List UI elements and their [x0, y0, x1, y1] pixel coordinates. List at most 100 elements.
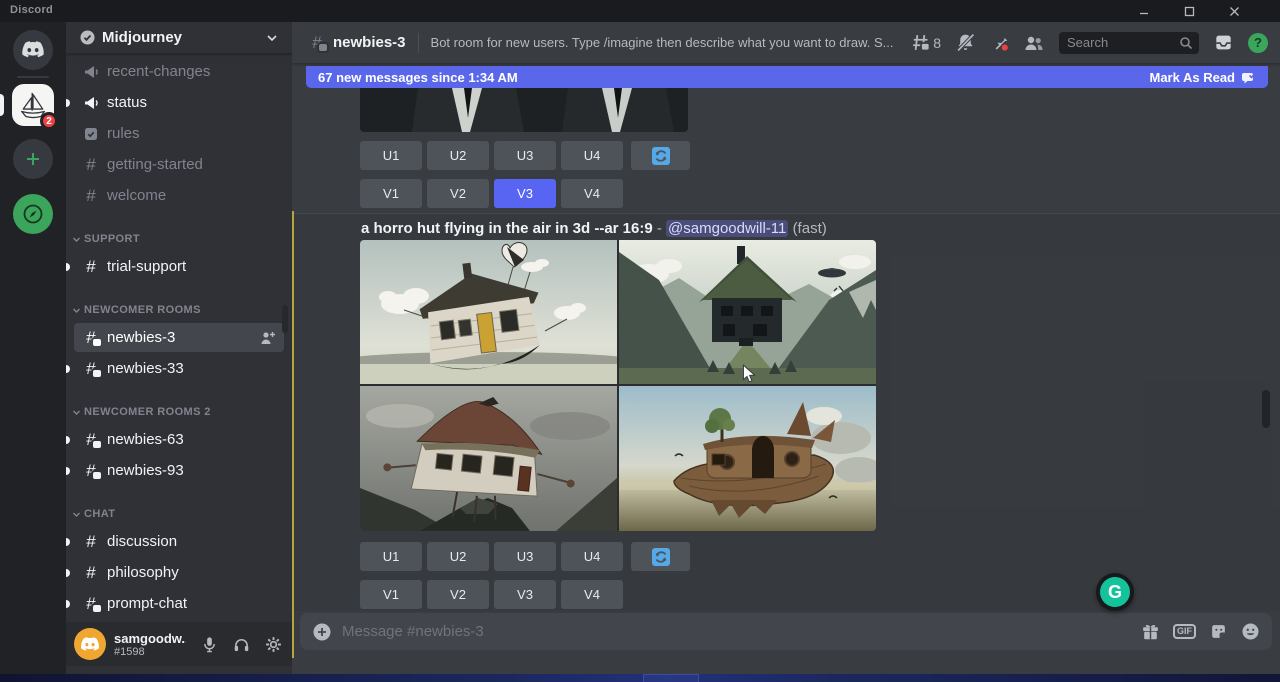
sidebar-item-welcome[interactable]: welcome [66, 180, 292, 211]
inbox-button[interactable] [1214, 33, 1233, 52]
sidebar-item-trial-support[interactable]: trial-support [66, 251, 292, 282]
server-unread-badge: 2 [40, 112, 58, 130]
section-support[interactable]: SUPPORT [66, 227, 292, 251]
server-icon-midjourney[interactable]: 2 [12, 84, 54, 126]
maximize-button[interactable] [1175, 3, 1203, 19]
user-avatar[interactable] [74, 628, 106, 660]
section-newcomer-rooms-2[interactable]: NEWCOMER ROOMS 2 [66, 400, 292, 424]
explore-servers-button[interactable] [13, 194, 53, 234]
sidebar-item-newbies-3[interactable]: newbies-3 [66, 322, 292, 353]
sidebar-scrollbar-thumb[interactable] [282, 305, 288, 333]
u2-button[interactable]: U2 [427, 141, 489, 170]
grid-image-steampunk-house[interactable] [619, 386, 876, 531]
channel-label: status [107, 94, 276, 111]
sidebar-item-newbies-93[interactable]: newbies-93 [66, 455, 292, 486]
sidebar-item-recent-changes[interactable]: recent-changes [66, 56, 292, 87]
close-button[interactable] [1220, 3, 1248, 19]
sidebar-item-getting-started[interactable]: getting-started [66, 149, 292, 180]
user-mention[interactable]: @samgoodwill-11 [666, 220, 788, 237]
message-input[interactable] [342, 623, 1131, 640]
hashtag-chat-icon [82, 328, 100, 348]
discord-home-button[interactable] [13, 30, 53, 70]
sidebar-item-rules[interactable]: rules [66, 118, 292, 149]
pinned-messages-button[interactable] [990, 33, 1009, 52]
grammarly-widget[interactable]: G [1096, 573, 1134, 611]
v2-button[interactable]: V2 [427, 179, 489, 208]
server-header[interactable]: Midjourney [66, 22, 292, 54]
close-icon [1229, 6, 1240, 17]
add-server-button[interactable] [13, 139, 53, 179]
v1-button[interactable]: V1 [360, 580, 422, 609]
message2-image-grid[interactable] [360, 240, 876, 531]
sidebar-item-newbies-63[interactable]: newbies-63 [66, 424, 292, 455]
minimize-button[interactable] [1130, 3, 1158, 19]
u3-button[interactable]: U3 [494, 542, 556, 571]
sidebar-item-newbies-33[interactable]: newbies-33 [66, 353, 292, 384]
sidebar-item-status[interactable]: status [66, 87, 292, 118]
hashtag-chat-icon [82, 461, 100, 481]
channel-label: newbies-3 [107, 329, 253, 346]
thread-count: 8 [933, 35, 941, 51]
channel-topic[interactable]: Bot room for new users. Type /imagine th… [431, 35, 893, 50]
u1-button[interactable]: U1 [360, 141, 422, 170]
channel-label: newbies-33 [107, 360, 276, 377]
reroll-button[interactable] [631, 141, 690, 170]
gift-icon[interactable] [1141, 622, 1160, 641]
message-composer[interactable]: GIF [300, 613, 1272, 650]
new-messages-bar[interactable]: 67 new messages since 1:34 AM Mark As Re… [306, 66, 1268, 88]
gif-picker-button[interactable]: GIF [1173, 624, 1196, 639]
section-chat[interactable]: CHAT [66, 502, 292, 526]
u2-button[interactable]: U2 [427, 542, 489, 571]
chat-scrollbar-thumb[interactable] [1262, 390, 1270, 428]
chevron-down-icon [72, 510, 81, 519]
u4-button[interactable]: U4 [561, 542, 623, 571]
search-placeholder: Search [1067, 35, 1179, 50]
message2-header: a horro hut flying in the air in 3d --ar… [361, 220, 1261, 240]
members-icon [1024, 34, 1044, 52]
notifications-muted-button[interactable] [956, 33, 975, 52]
threads-button[interactable]: 8 [911, 33, 941, 52]
message-check-icon [1241, 71, 1256, 84]
hashtag-chat-icon [82, 430, 100, 450]
sidebar-item-prompt-chat[interactable]: prompt-chat [66, 588, 292, 619]
v4-button[interactable]: V4 [561, 580, 623, 609]
section-newcomer-rooms[interactable]: NEWCOMER ROOMS [66, 298, 292, 322]
u1-button[interactable]: U1 [360, 542, 422, 571]
u4-button[interactable]: U4 [561, 141, 623, 170]
bell-muted-icon [956, 33, 975, 52]
help-button[interactable]: ? [1248, 33, 1268, 53]
member-list-button[interactable] [1024, 34, 1044, 52]
grid-image-balloon-house[interactable] [360, 240, 617, 384]
mark-as-read-label: Mark As Read [1150, 70, 1236, 85]
sidebar-item-discussion[interactable]: discussion [66, 526, 292, 557]
v3-button[interactable]: V3 [494, 580, 556, 609]
invite-people-icon[interactable] [260, 331, 276, 345]
inbox-icon [1214, 33, 1233, 52]
grid-image-tilted-hut[interactable] [360, 386, 617, 531]
settings-button[interactable] [262, 633, 284, 655]
v2-button[interactable]: V2 [427, 580, 489, 609]
search-input[interactable]: Search [1059, 32, 1199, 54]
v3-button-selected[interactable]: V3 [494, 179, 556, 208]
chevron-down-icon [72, 235, 81, 244]
channel-label: discussion [107, 533, 276, 550]
server-name: Midjourney [102, 29, 182, 46]
user-panel[interactable]: samgoodw... #1598 [66, 622, 292, 666]
channel-label: trial-support [107, 258, 276, 275]
sidebar-item-philosophy[interactable]: philosophy [66, 557, 292, 588]
v1-button[interactable]: V1 [360, 179, 422, 208]
minimize-icon [1138, 5, 1150, 17]
prompt-text: a horro hut flying in the air in 3d --ar… [361, 220, 653, 237]
overlay-vertical-line [292, 211, 294, 658]
deafen-button[interactable] [230, 633, 252, 655]
u3-button[interactable]: U3 [494, 141, 556, 170]
sticker-icon[interactable] [1209, 622, 1228, 641]
v4-button[interactable]: V4 [561, 179, 623, 208]
emoji-picker-icon[interactable] [1241, 622, 1260, 641]
message1-image-attachment[interactable] [360, 88, 688, 132]
attach-plus-icon[interactable] [312, 622, 332, 642]
mark-as-read-button[interactable]: Mark As Read [1150, 70, 1257, 85]
reroll-button[interactable] [631, 542, 690, 571]
mic-button[interactable] [198, 633, 220, 655]
grid-image-mountain-cabin[interactable] [619, 240, 876, 384]
